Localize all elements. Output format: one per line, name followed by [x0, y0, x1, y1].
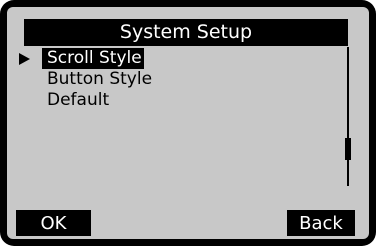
menu-item-label: Default — [47, 90, 110, 110]
screen-title: System Setup — [24, 19, 348, 46]
menu-list: Scroll Style Button Style Default — [15, 48, 335, 111]
back-button[interactable]: Back — [287, 210, 355, 236]
scrollbar-thumb[interactable] — [345, 138, 351, 161]
triangle-right-icon — [19, 53, 30, 65]
device-bezel: System Setup Scroll Style Button Style D… — [0, 0, 376, 246]
menu-item-default[interactable]: Default — [15, 90, 335, 111]
menu-item-label: Button Style — [47, 69, 153, 89]
ok-button[interactable]: OK — [16, 210, 91, 236]
menu-item-scroll-style[interactable]: Scroll Style — [15, 48, 335, 69]
lcd-screen: System Setup Scroll Style Button Style D… — [7, 7, 369, 239]
menu-item-label: Scroll Style — [42, 48, 144, 69]
menu-item-button-style[interactable]: Button Style — [15, 69, 335, 90]
scrollbar-track[interactable] — [347, 47, 349, 186]
